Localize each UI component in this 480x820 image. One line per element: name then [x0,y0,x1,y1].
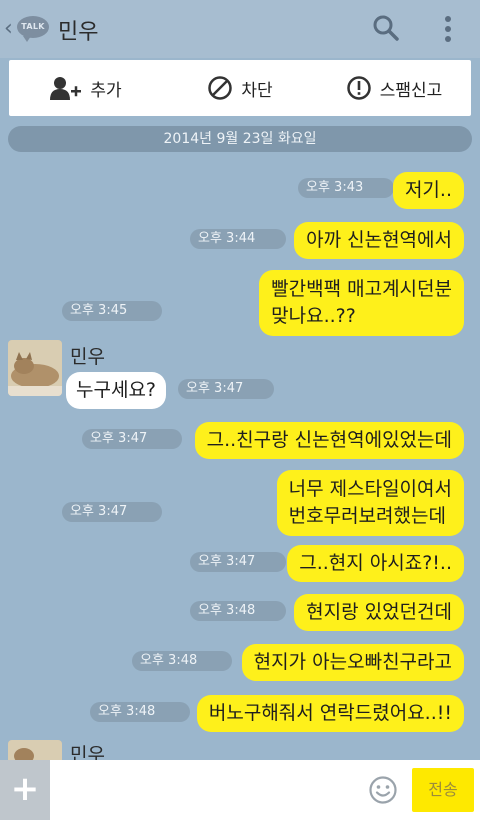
message-input-bar: + 전송 [0,760,480,820]
message-text: 그..친구랑 신논현역에있었는데 [206,429,452,451]
block-label: 차단 [241,80,273,101]
my-message-bubble[interactable]: 빨간백팩 매고계시던분 맞나요..?? [259,270,464,336]
my-message-bubble[interactable]: 그..현지 아시죠?!.. [287,545,464,582]
cat-photo-icon [8,740,62,760]
message-input[interactable] [56,768,356,812]
chat-header: ‹ TALK 민우 [0,0,480,58]
message-text: 저기.. [404,179,452,201]
avatar[interactable] [8,740,62,760]
their-message-bubble[interactable]: 누구세요? [66,372,167,409]
message-time: 오후 3:47 [190,552,286,572]
message-time: 오후 3:44 [190,229,286,249]
message-time: 오후 3:43 [298,178,394,198]
friend-action-bar: 추가 차단 스팸신고 [9,60,471,116]
block-button[interactable]: 차단 [163,60,317,116]
more-vertical-icon[interactable] [440,14,456,44]
add-user-icon [50,77,82,100]
message-time: 오후 3:47 [62,502,162,522]
message-time: 오후 3:47 [178,379,274,399]
avatar[interactable] [8,340,62,396]
warning-icon [346,76,371,100]
message-time: 오후 3:48 [90,702,190,722]
send-button[interactable]: 전송 [412,768,474,812]
message-text: 번호무러보려했는데 [288,505,446,527]
message-text: 그..현지 아시죠?!.. [299,552,452,574]
attach-plus-button[interactable]: + [0,760,50,820]
cat-photo-icon [8,340,62,396]
message-text: 너무 제스타일이여서 [288,478,452,500]
my-message-bubble[interactable]: 저기.. [392,172,464,209]
message-text: 누구세요? [76,379,157,401]
message-text: 아까 신논현역에서 [306,229,452,251]
my-message-bubble[interactable]: 너무 제스타일이여서 번호무러보려했는데 [276,470,464,536]
my-message-bubble[interactable]: 현지랑 있었던건데 [294,594,464,631]
message-text: 현지랑 있었던건데 [306,601,452,623]
chat-title: 민우 [58,20,99,45]
add-friend-button[interactable]: 추가 [9,60,163,116]
my-message-bubble[interactable]: 버노구해줘서 연락드렸어요..!! [196,695,464,732]
date-divider: 2014년 9월 23일 화요일 [8,126,472,152]
sender-name: 민우 [70,346,105,368]
block-icon [208,76,233,100]
my-message-bubble[interactable]: 그..친구랑 신논현역에있었는데 [194,422,464,459]
message-text: 빨간백팩 매고계시던분 [271,278,452,300]
message-text: 버노구해줘서 연락드렸어요..!! [208,702,452,724]
message-time: 오후 3:48 [190,601,286,621]
message-time: 오후 3:48 [132,651,232,671]
message-time: 오후 3:47 [82,429,182,449]
report-spam-label: 스팸신고 [379,80,443,101]
my-message-bubble[interactable]: 아까 신논현역에서 [294,222,464,259]
my-message-bubble[interactable]: 현지가 아는오빠친구라고 [241,644,464,681]
message-text: 현지가 아는오빠친구라고 [253,651,452,673]
chevron-left-icon[interactable]: ‹ [4,16,18,42]
message-time: 오후 3:45 [62,301,162,321]
talk-logo-icon[interactable]: TALK [17,16,49,42]
report-spam-button[interactable]: 스팸신고 [317,60,471,116]
search-icon[interactable] [372,14,400,42]
smiley-icon[interactable] [368,775,398,805]
add-friend-label: 추가 [90,80,122,101]
message-text: 맞나요..?? [271,305,356,327]
talk-logo-text: TALK [21,22,45,31]
sender-name: 민우 [70,744,105,760]
